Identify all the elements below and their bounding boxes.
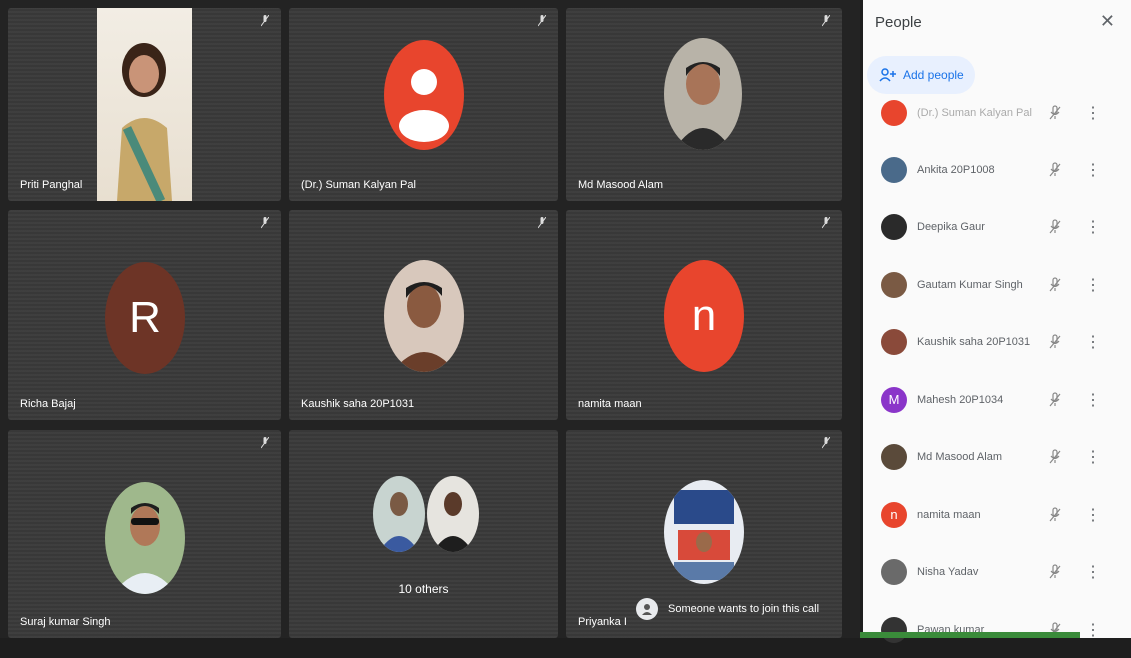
participant-name: (Dr.) Suman Kalyan Pal [301,179,416,191]
participant-tile[interactable]: R Richa Bajaj [8,210,281,420]
avatar-letter: R [129,293,161,342]
add-person-icon [879,68,896,82]
avatar [384,260,464,372]
participant-avatar [881,99,907,126]
avatar-letter: n [890,507,898,522]
muted-mic-icon [537,216,547,229]
more-options-icon[interactable]: ⋮ [1085,103,1101,123]
more-options-icon[interactable]: ⋮ [1085,275,1101,295]
join-request-notification[interactable]: Someone wants to join this call [636,598,819,620]
avatar [384,40,464,150]
participant-name: Richa Bajaj [20,398,76,410]
knock-icon [636,598,658,620]
video-feed-priti [97,8,192,201]
participant-name: Gautam Kumar Singh [917,278,1023,291]
avatar [373,476,425,552]
participant-name: Priyanka I [578,616,627,628]
muted-mic-icon[interactable] [1048,161,1062,178]
participant-row[interactable]: Kaushik saha 20P1031 ⋮ [863,313,1131,370]
avatar [105,482,185,594]
more-options-icon[interactable]: ⋮ [1085,447,1101,467]
muted-mic-icon[interactable] [1048,448,1062,465]
more-options-icon[interactable]: ⋮ [1085,332,1101,352]
muted-mic-icon [260,14,270,27]
participant-name: Md Masood Alam [578,179,663,191]
participant-name: (Dr.) Suman Kalyan Pal [917,106,1032,119]
participant-tile[interactable]: Suraj kumar Singh [8,430,281,638]
participant-avatar [881,271,907,298]
muted-mic-icon[interactable] [1048,276,1062,293]
avatar: R [105,262,185,374]
participant-avatar [881,443,907,470]
more-options-icon[interactable]: ⋮ [1085,505,1101,525]
participant-name: namita maan [917,508,981,521]
avatar [664,38,742,150]
close-button[interactable]: ✕ [1100,11,1115,32]
avatar: n [664,260,744,372]
participant-avatar [881,156,907,183]
muted-mic-icon [821,14,831,27]
participant-tile[interactable]: Kaushik saha 20P1031 [289,210,558,420]
muted-mic-icon [821,436,831,449]
avatar-letter: n [691,291,717,340]
notification-text: Someone wants to join this call [668,603,820,615]
muted-mic-icon[interactable] [1048,506,1062,523]
more-options-icon[interactable]: ⋮ [1085,620,1101,640]
participant-name: Ankita 20P1008 [917,163,995,176]
add-people-label: Add people [903,68,964,82]
participant-tile[interactable]: (Dr.) Suman Kalyan Pal [289,8,558,201]
participant-avatar [881,558,907,585]
muted-mic-icon[interactable] [1048,218,1062,235]
avatar [664,480,744,584]
others-tile[interactable]: 10 others [289,430,558,638]
participant-tile[interactable]: n namita maan [566,210,842,420]
participant-name: Kaushik saha 20P1031 [917,335,1031,348]
participant-name: Suraj kumar Singh [20,616,111,628]
participant-row[interactable]: Nisha Yadav ⋮ [863,543,1131,600]
participant-row[interactable]: Md Masood Alam ⋮ [863,428,1131,485]
participant-avatar [881,616,907,643]
participant-name: Deepika Gaur [917,220,985,233]
participant-row[interactable]: Deepika Gaur ⋮ [863,198,1131,255]
participant-name: Mahesh 20P1034 [917,393,1004,406]
participant-row[interactable]: Gautam Kumar Singh ⋮ [863,256,1131,313]
muted-mic-icon [537,14,547,27]
panel-title: People [875,14,922,31]
participant-tile[interactable]: Priti Panghal [8,8,281,201]
person-icon [399,69,449,142]
video-grid: Priti Panghal (Dr.) Suman Kalyan Pal Md … [0,0,860,638]
muted-mic-icon[interactable] [1048,391,1062,408]
participant-avatar [881,213,907,240]
more-options-icon[interactable]: ⋮ [1085,390,1101,410]
participant-avatar: M [881,386,907,413]
more-options-icon[interactable]: ⋮ [1085,562,1101,582]
muted-mic-icon[interactable] [1048,333,1062,350]
others-count: 10 others [398,582,449,596]
participant-tile[interactable]: Md Masood Alam [566,8,842,201]
participant-name: Nisha Yadav [917,565,979,578]
muted-mic-icon[interactable] [1048,563,1062,580]
close-icon: ✕ [1099,11,1115,31]
bottom-bar [860,632,1080,638]
muted-mic-icon [260,216,270,229]
more-options-icon[interactable]: ⋮ [1085,160,1101,180]
participant-row[interactable]: Pawan kumar ⋮ [863,601,1131,658]
participant-name: namita maan [578,398,642,410]
participant-row[interactable]: n namita maan ⋮ [863,486,1131,543]
participant-name: Md Masood Alam [917,450,1002,463]
participant-name: Kaushik saha 20P1031 [301,398,415,410]
people-panel: People ✕ Add people (Dr.) Suman Kalyan P… [863,0,1131,643]
participant-avatar [881,328,907,355]
avatar-letter: M [888,392,900,407]
muted-mic-icon[interactable] [1048,104,1062,121]
participant-row[interactable]: M Mahesh 20P1034 ⋮ [863,371,1131,428]
muted-mic-icon [260,436,270,449]
participant-row[interactable]: Ankita 20P1008 ⋮ [863,141,1131,198]
muted-mic-icon [821,216,831,229]
avatar [427,476,479,552]
participant-name: Priti Panghal [20,179,83,191]
participant-avatar: n [881,501,907,528]
more-options-icon[interactable]: ⋮ [1085,217,1101,237]
participant-row[interactable]: (Dr.) Suman Kalyan Pal ⋮ [863,84,1131,141]
